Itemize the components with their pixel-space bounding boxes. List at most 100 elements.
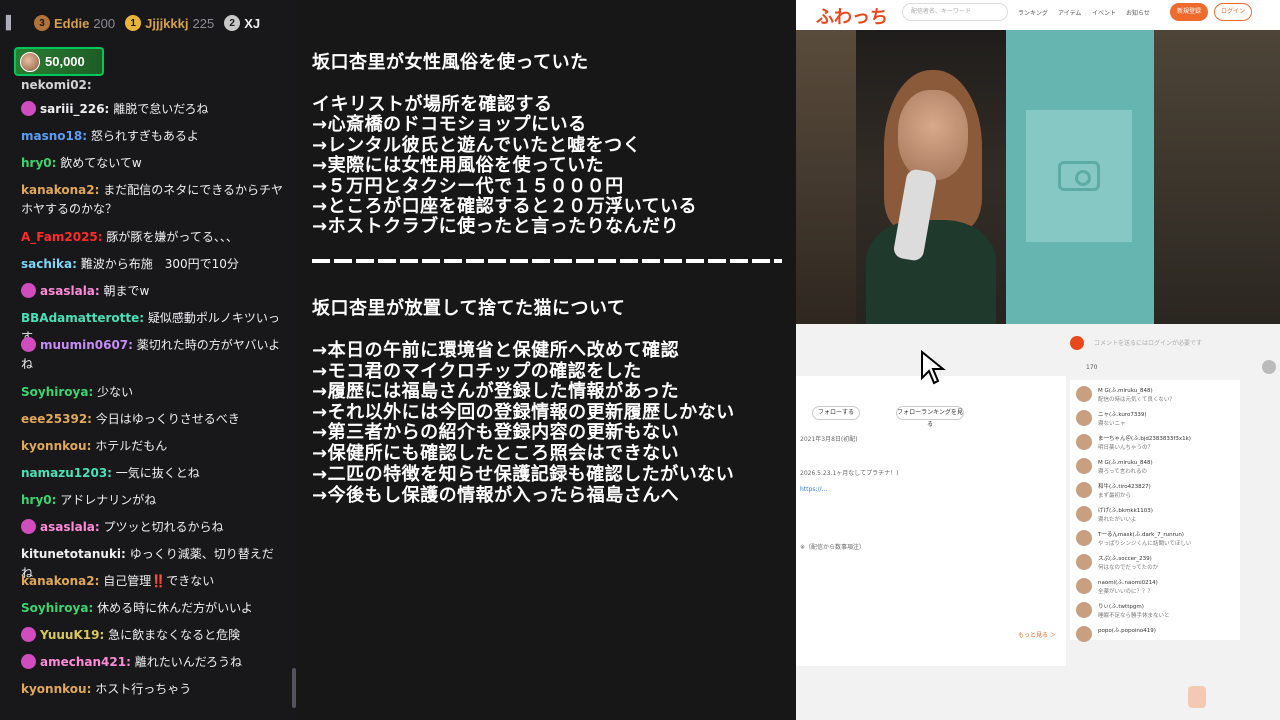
leaderboard-entry[interactable]: 2 XJ (224, 15, 260, 31)
chat-username[interactable]: sariii_226: (40, 102, 109, 116)
chat-username[interactable]: amechan421: (40, 655, 131, 669)
subscriber-badge-icon (21, 519, 36, 534)
gift-icon[interactable] (1188, 686, 1206, 708)
nav-news[interactable]: お知らせ (1126, 8, 1150, 17)
gift-icon[interactable] (1070, 336, 1084, 350)
comment-author: げげ(ふ.bkmkk1103) (1098, 508, 1153, 514)
subscriber-badge-icon (21, 101, 36, 116)
rank-badge: 3 (34, 15, 50, 31)
chat-username[interactable]: namazu1203: (21, 466, 112, 480)
chat-username[interactable]: sachika: (21, 257, 77, 271)
chat-username[interactable]: kyonnkou: (21, 439, 91, 453)
chat-username[interactable]: A_Fam2025: (21, 230, 103, 244)
comment-author: M G(ふ.miruku_848) (1098, 460, 1153, 466)
chat-username[interactable]: BBAdamatterotte: (21, 311, 144, 325)
nav-ranking[interactable]: ランキング (1018, 8, 1048, 17)
chat-username[interactable]: hry0: (21, 493, 56, 507)
avatar[interactable] (1076, 530, 1092, 546)
chat-username[interactable]: hry0: (21, 156, 56, 170)
streamer-video (856, 30, 1006, 324)
leaderboard-entry[interactable]: 3 Eddie 200 (34, 15, 115, 31)
chat-text: 離脱で怠いだろね (113, 102, 209, 116)
profile-text: 2026.5.23.1ヶ月なしてプラチナ！) (800, 470, 899, 477)
avatar[interactable] (1076, 386, 1092, 402)
chat-text: 今日はゆっくりさせるべき (95, 412, 240, 426)
chat-username[interactable]: asaslala: (40, 284, 100, 298)
chat-text: ホスト行っちゃう (95, 682, 192, 696)
leaderboard-entry[interactable]: 1 Jjjjkkkj 225 (125, 15, 214, 31)
comment-input[interactable]: コメントを送るにはログインが必要です (1066, 332, 1280, 354)
chat-username[interactable]: muumin0607: (40, 338, 133, 352)
chat-message: namazu1203: 一気に抜くとね (21, 464, 283, 483)
site-logo[interactable]: ふわっち (816, 3, 888, 29)
chat-panel: ▌ 3 Eddie 200 1 Jjjjkkkj 225 2 XJ 50,000… (0, 0, 296, 720)
chat-message: hry0: アドレナリンがね (21, 491, 283, 510)
login-button[interactable]: ログイン (1214, 3, 1252, 21)
leaderboard-score: 225 (192, 15, 215, 31)
avatar[interactable] (1076, 578, 1092, 594)
nav-items[interactable]: アイテム (1058, 8, 1081, 17)
stream-website: ふわっち 配信者名、キーワード ランキング アイテム イベント お知らせ 新規登… (796, 0, 1280, 720)
chat-message: Soyhiroya: 少ない (21, 383, 283, 402)
comment-item: ニャ(ふ.kuro7339) 寝ないニャ (1076, 408, 1236, 430)
avatar[interactable] (1076, 410, 1092, 426)
chat-message: sariii_226: 離脱で怠いだろね (21, 100, 283, 119)
chat-text: プツッと切れるからね (103, 520, 224, 534)
chat-message: muumin0607: 薬切れた時の方がヤバいよね (21, 336, 283, 374)
chat-message: eee25392: 今日はゆっくりさせるべき (21, 410, 283, 429)
pill-value: 50,000 (45, 54, 85, 69)
radio-icon (1058, 161, 1100, 191)
follow-ranking-button[interactable]: フォローランキングを見る (896, 406, 964, 428)
comment-author: popo(ふ.popoino419) (1098, 628, 1156, 634)
more-link[interactable]: もっと見る ＞ (1018, 630, 1056, 639)
comment-text: 配信の時は元気くて良くない？ (1098, 397, 1175, 403)
register-button[interactable]: 新規登録 (1170, 3, 1208, 21)
comment-text: 睡眠不足なら勝手休まないと (1098, 613, 1170, 619)
video-player[interactable] (796, 30, 1280, 324)
follow-button[interactable]: フォローする (812, 406, 860, 420)
avatar[interactable] (1076, 458, 1092, 474)
chat-username[interactable]: masno18: (21, 129, 87, 143)
comment-author: りぃ(ふ.twttpgm) (1098, 604, 1144, 610)
chat-message: hry0: 飲めてないてw (21, 154, 283, 173)
search-input[interactable]: 配信者名、キーワード (902, 3, 1008, 21)
chat-text: 怒られすぎもあるよ (90, 129, 199, 143)
profile-text: 2021年3月8日(初配) (800, 436, 858, 443)
chat-username[interactable]: Soyhiroya: (21, 385, 93, 399)
radio-box (1026, 110, 1132, 242)
avatar[interactable] (1076, 434, 1092, 450)
avatar[interactable] (1076, 602, 1092, 618)
comment-text: 明日薬いんちゃうの？ (1098, 445, 1154, 451)
comment-author: ニャ(ふ.kuro7339) (1098, 412, 1147, 418)
chat-username[interactable]: kyonnkou: (21, 682, 91, 696)
chat-username[interactable]: Soyhiroya: (21, 601, 93, 615)
chat-username[interactable]: asaslala: (40, 520, 100, 534)
chat-username[interactable]: kanakona2: (21, 574, 99, 588)
chat-message: kanakona2: まだ配信のネタにできるからチヤホヤするのかな？ (21, 181, 283, 219)
chat-username[interactable]: eee25392: (21, 412, 92, 426)
nav-events[interactable]: イベント (1092, 8, 1116, 17)
chat-message: A_Fam2025: 豚が豚を嫌がってる、、、 (21, 228, 283, 247)
avatar[interactable] (1076, 554, 1092, 570)
chat-username[interactable]: kanakona2: (21, 183, 99, 197)
hype-pill[interactable]: 50,000 (14, 47, 104, 76)
face (898, 90, 968, 180)
chat-username[interactable]: kitunetotanuki: (21, 547, 126, 561)
comment-item: naomi(ふ.naomi0214) 全薬がいいのに？？？ (1076, 576, 1236, 598)
overlay-line: →今後もし保護の情報が入ったら福島さんへ (312, 485, 680, 506)
avatar[interactable] (1076, 626, 1092, 642)
scroll-down-icon[interactable] (1262, 360, 1276, 374)
chat-username[interactable]: YuuuK19: (40, 628, 104, 642)
profile-link[interactable]: https://... (800, 486, 827, 493)
chat-message: kanakona2: 自己管理‼️できない (21, 572, 283, 591)
menu-icon[interactable]: ▌ (6, 16, 24, 31)
chat-message: nekomi02: (21, 76, 283, 95)
chat-username[interactable]: nekomi02: (21, 78, 92, 92)
subscriber-badge-icon (21, 337, 36, 352)
subscriber-badge-icon (21, 283, 36, 298)
comment-author: スぷ(ふ.soccer_239) (1098, 556, 1152, 562)
chat-message: masno18: 怒られすぎもあるよ (21, 127, 283, 146)
comment-author: T一るんmask(ふ.dark_7_runrun) (1098, 532, 1184, 538)
avatar[interactable] (1076, 506, 1092, 522)
avatar[interactable] (1076, 482, 1092, 498)
